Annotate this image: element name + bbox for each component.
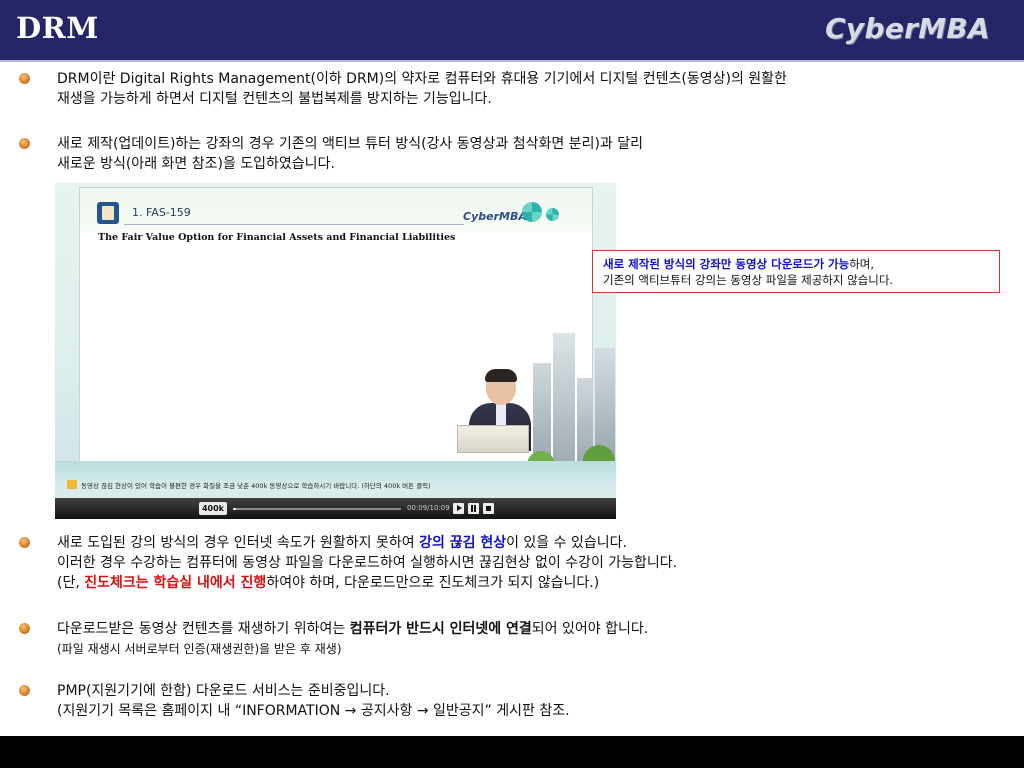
footer-bar <box>0 736 1024 768</box>
lecture-video-screenshot: 1. FAS-159 CyberMBA The Fair Value Optio… <box>55 183 616 519</box>
callout-highlight: 새로 제작된 방식의 강좌만 동영상 다운로드가 가능 <box>603 257 850 271</box>
whiteboard-heading: The Fair Value Option for Financial Asse… <box>98 232 456 243</box>
bullet-text: (단, <box>57 575 85 591</box>
pause-icon[interactable] <box>468 503 479 514</box>
download-note-callout: 새로 제작된 방식의 강좌만 동영상 다운로드가 가능하며, 기존의 액티브튜터… <box>592 250 1000 293</box>
video-notice-text: 동영상 끊김 현상이 있어 학습이 불편한 경우 화질을 조금 낮춘 400k … <box>81 482 431 490</box>
highlight-progress-check: 진도체크는 학습실 내에서 진행 <box>84 575 267 591</box>
quality-400k-button[interactable]: 400k <box>199 502 227 515</box>
seek-bar[interactable] <box>233 508 401 510</box>
bullet-text-line: 재생을 가능하게 하면서 디지털 컨텐츠의 불법복제를 방지하는 기능입니다. <box>57 91 492 107</box>
bullet-text-line: DRM이란 Digital Rights Management(이하 DRM)의… <box>57 71 787 87</box>
notice-icon <box>67 480 77 489</box>
bullet-text-line: (지원기기 목록은 홈페이지 내 “INFORMATION → 공지사항 → 일… <box>57 703 570 719</box>
highlight-internet: 컴퓨터가 반드시 인터넷에 연결 <box>349 621 532 637</box>
video-brand-logo: CyberMBA <box>463 210 527 223</box>
bullet-text-line: 새로 제작(업데이트)하는 강좌의 경우 기존의 액티브 튜터 방식(강사 동영… <box>57 136 643 152</box>
seek-progress <box>233 508 237 510</box>
lesson-title: 1. FAS-159 <box>132 206 191 219</box>
callout-text: 하며, <box>849 257 875 271</box>
stop-icon[interactable] <box>483 503 494 514</box>
pinwheel-icon <box>522 202 542 222</box>
page-title: DRM <box>16 11 99 45</box>
bullet-icon <box>19 685 30 696</box>
bullet-icon <box>19 623 30 634</box>
bullet-text-line: PMP(지원기기에 한함) 다운로드 서비스는 준비중입니다. <box>57 683 390 699</box>
bullet-icon <box>19 73 30 84</box>
bullet-text: 다운로드받은 동영상 컨텐츠를 재생하기 위하여는 <box>57 621 350 637</box>
bullet-icon <box>19 537 30 548</box>
highlight-buffering: 강의 끊김 현상 <box>419 535 507 551</box>
playback-time: 00:09/10:09 <box>407 504 450 512</box>
bullet-text: 새로 도입된 강의 방식의 경우 인터넷 속도가 원활하지 못하여 <box>57 535 420 551</box>
callout-text: 기존의 액티브튜터 강의는 동영상 파일을 제공하지 않습니다. <box>603 273 894 287</box>
bullet-text: 이 있을 수 있습니다. <box>506 535 627 551</box>
bullet-icon <box>19 138 30 149</box>
presenter-desk <box>457 425 529 453</box>
pinwheel-icon <box>546 208 559 221</box>
bullet-text-line: 이러한 경우 수강하는 컴퓨터에 동영상 파일을 다운로드하여 실행하시면 끊김… <box>57 555 678 571</box>
bullet-text: 하여야 하며, 다운로드만으로 진도체크가 되지 않습니다.) <box>266 575 600 591</box>
lesson-icon <box>97 202 119 224</box>
bullet-text: 되어 있어야 합니다. <box>531 621 649 637</box>
video-notice: 동영상 끊김 현상이 있어 학습이 불편한 경우 화질을 조금 낮춘 400k … <box>67 479 587 493</box>
title-bar: DRM CyberMBA <box>0 0 1024 62</box>
video-controls: 400k 00:09/10:09 <box>55 498 616 519</box>
play-icon[interactable] <box>453 503 464 514</box>
video-frame: 1. FAS-159 CyberMBA The Fair Value Optio… <box>55 183 616 487</box>
brand-logo: CyberMBA <box>825 12 990 45</box>
bullet-text-line: (파일 재생시 서버로부터 인증(재생권한)을 받은 후 재생) <box>57 642 342 656</box>
bullet-text-line: 새로운 방식(아래 화면 참조)을 도입하였습니다. <box>57 156 335 172</box>
